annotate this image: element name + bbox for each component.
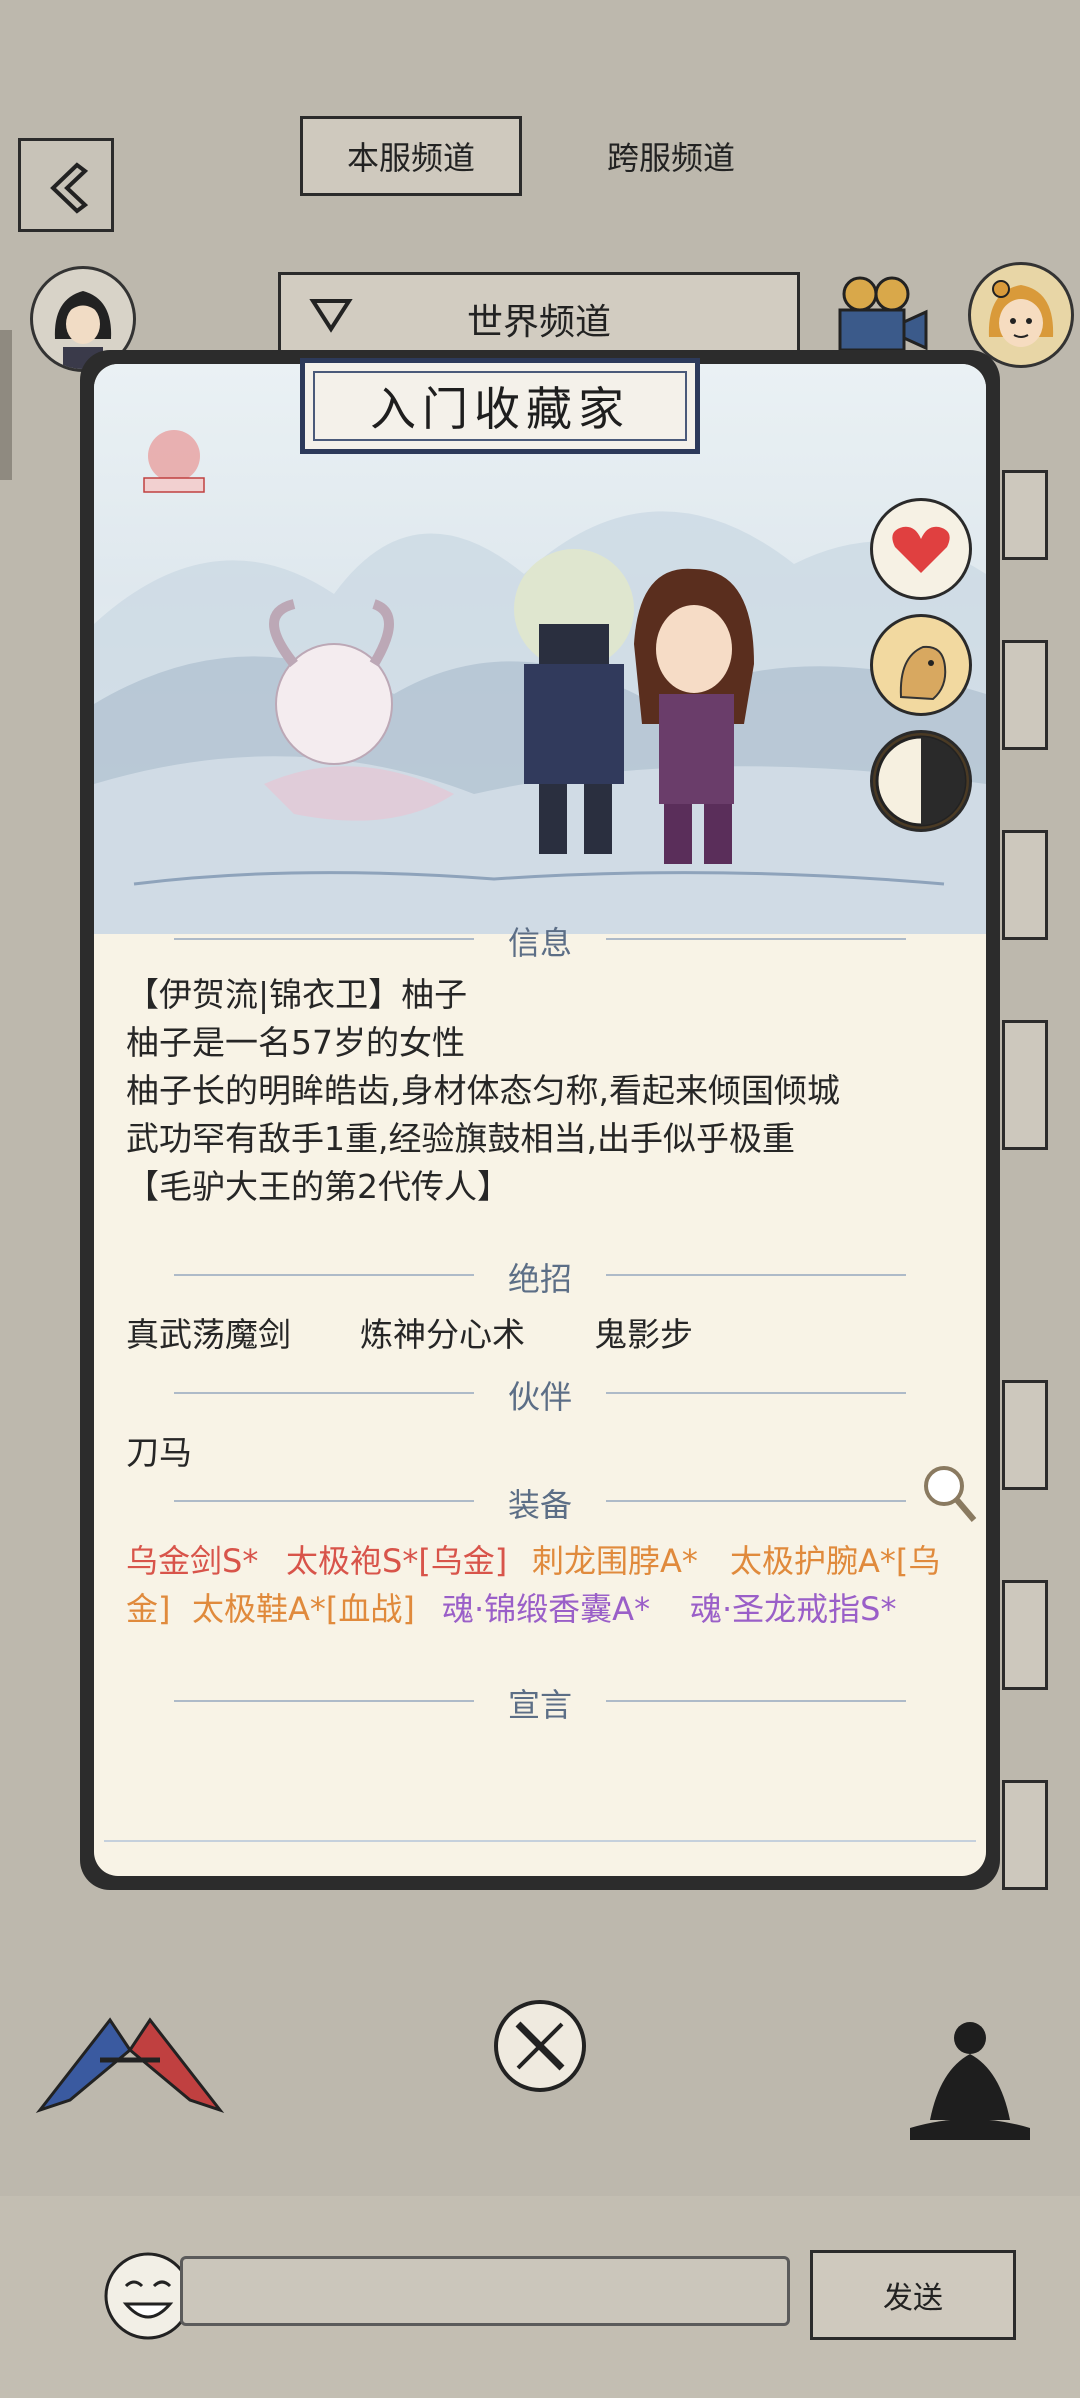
- section-title-equipment: 装备: [507, 1486, 572, 1524]
- section-title-skills: 绝招: [507, 1260, 572, 1298]
- mount-button[interactable]: [870, 614, 972, 716]
- back-arrow-icon: [50, 162, 89, 214]
- skill-item[interactable]: 真武荡魔剑: [126, 1308, 291, 1356]
- side-strip: [1002, 640, 1048, 750]
- seal-stamp-icon: [143, 430, 205, 493]
- skill-item[interactable]: 鬼影步: [594, 1308, 693, 1356]
- equip-item[interactable]: 魂·圣龙戒指S*: [690, 1584, 897, 1630]
- info-line: 柚子长的明眸皓齿,身材体态匀称,看起来倾国倾城: [126, 1071, 840, 1110]
- duel-button[interactable]: [30, 1990, 230, 2130]
- like-button[interactable]: [870, 498, 972, 600]
- magnifier-icon: [924, 1466, 977, 1522]
- equip-item[interactable]: 金]: [126, 1584, 171, 1630]
- scroll-edge: [0, 330, 12, 480]
- bottom-divider: [104, 1840, 976, 1842]
- info-line: 柚子是一名57岁的女性: [126, 1023, 465, 1062]
- skill-item[interactable]: 炼神分心术: [360, 1308, 525, 1356]
- crossed-fighters-icon: [35, 2017, 225, 2113]
- section-title-declaration: 宣言: [507, 1686, 572, 1724]
- dialog-title: 入门收藏家: [300, 358, 700, 454]
- character-info-dialog: 信息 【伊贺流|锦衣卫】柚子 柚子是一名57岁的女性 柚子长的明眸皓齿,身材体态…: [80, 350, 1000, 1890]
- side-strip: [1002, 470, 1048, 560]
- sword-close-icon: [515, 2021, 565, 2071]
- back-button[interactable]: [18, 138, 114, 232]
- send-label: 发送: [883, 2281, 943, 2316]
- heart-icon: [892, 526, 950, 573]
- half-full-body-toggle[interactable]: [870, 730, 972, 832]
- close-button[interactable]: [494, 2000, 586, 2092]
- equip-item[interactable]: 魂·锦缎香囊A*: [442, 1584, 650, 1630]
- equip-item[interactable]: 太极鞋A*[血战]: [192, 1584, 415, 1630]
- meditating-figure-icon: [910, 2022, 1030, 2140]
- seal-stamp: [134, 426, 214, 496]
- girl-portrait-icon: [988, 280, 1054, 347]
- meditate-button[interactable]: [900, 2010, 1040, 2150]
- partner-name[interactable]: 刀马: [126, 1426, 192, 1474]
- tab-label: 跨服频道: [606, 139, 735, 177]
- magnifier-button[interactable]: [920, 1462, 980, 1526]
- tab-local-server[interactable]: 本服频道: [300, 116, 522, 196]
- equip-item[interactable]: 乌金剑S*: [126, 1536, 258, 1582]
- half-full-toggle-icon: [875, 735, 967, 827]
- side-strip: [1002, 1020, 1048, 1150]
- info-line: 【毛驴大王的第2代传人】: [126, 1167, 510, 1206]
- side-strip: [1002, 1380, 1048, 1490]
- section-title-partner: 伙伴: [507, 1378, 572, 1416]
- info-line: 武功罕有敌手1重,经验旗鼓相当,出手似乎极重: [126, 1119, 795, 1158]
- section-title-info: 信息: [507, 924, 572, 962]
- camera-icon[interactable]: [830, 272, 930, 362]
- equip-item[interactable]: 刺龙围脖A*: [532, 1536, 698, 1582]
- send-button[interactable]: 发送: [810, 2250, 1016, 2340]
- channel-dropdown[interactable]: 世界频道: [278, 272, 800, 354]
- info-line: 【伊贺流|锦衣卫】柚子: [126, 975, 468, 1014]
- equip-item[interactable]: 太极护腕A*[乌: [730, 1536, 940, 1582]
- side-strip: [1002, 830, 1048, 940]
- equip-item[interactable]: 太极袍S*[乌金]: [286, 1536, 507, 1582]
- side-strip: [1002, 1780, 1048, 1890]
- tab-cross-server[interactable]: 跨服频道: [560, 116, 782, 196]
- tab-label: 本服频道: [346, 139, 475, 177]
- chat-input[interactable]: [180, 2256, 790, 2326]
- side-strip: [1002, 1580, 1048, 1690]
- dialog-body: 信息 【伊贺流|锦衣卫】柚子 柚子是一名57岁的女性 柚子长的明眸皓齿,身材体态…: [94, 364, 986, 1876]
- camel-icon: [899, 645, 947, 701]
- npc-avatar[interactable]: [968, 262, 1074, 368]
- channel-label: 世界频道: [466, 302, 611, 343]
